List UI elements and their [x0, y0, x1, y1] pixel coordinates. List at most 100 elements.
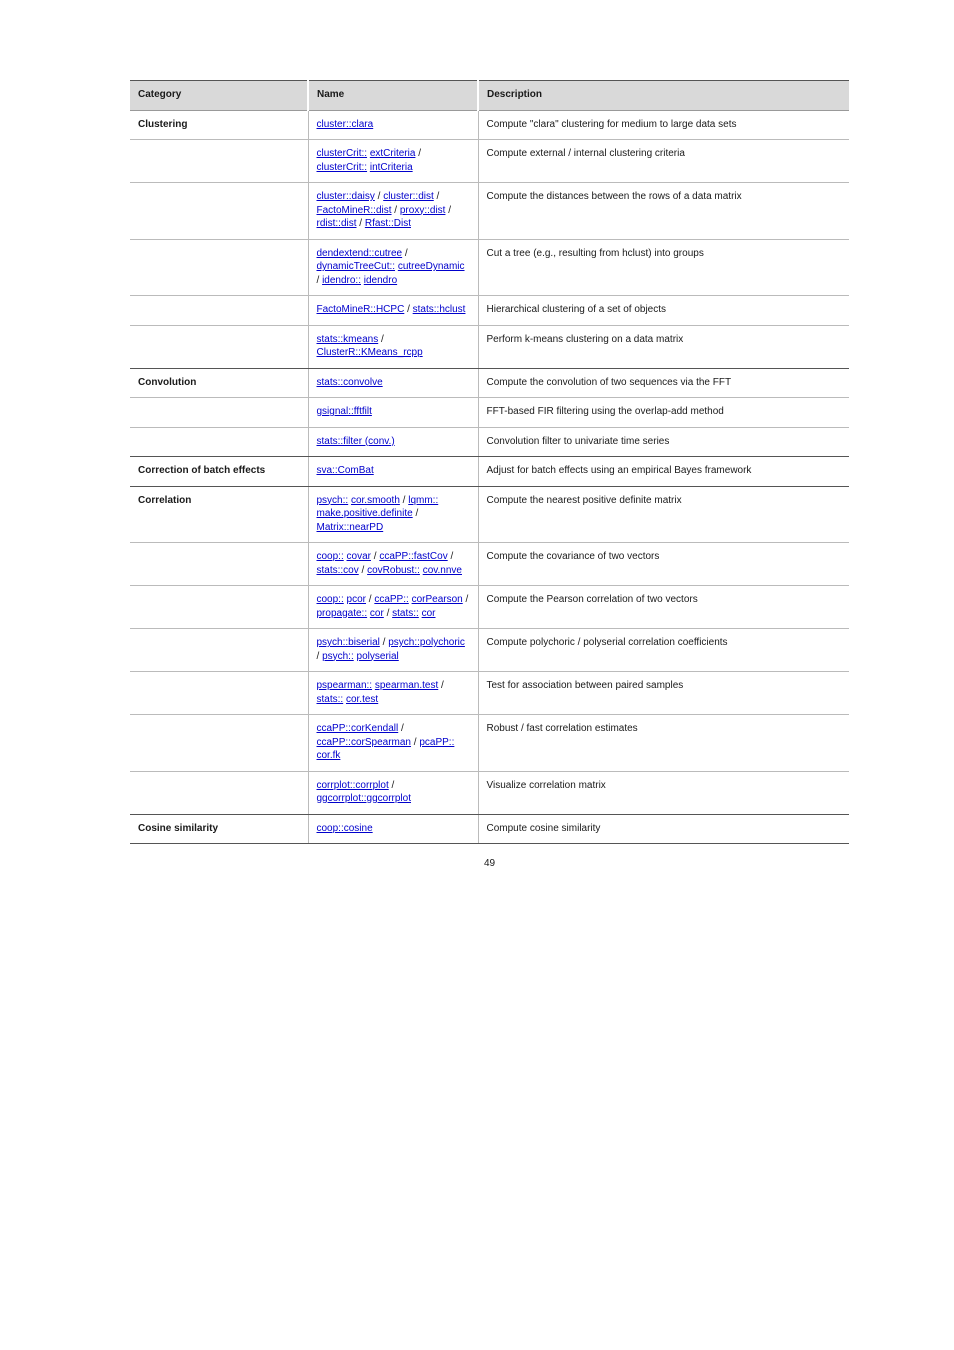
- description-cell: Adjust for batch effects using an empiri…: [478, 457, 849, 487]
- reference-link[interactable]: corrplot::corrplot: [317, 780, 389, 791]
- reference-link[interactable]: cluster::daisy: [317, 191, 375, 202]
- reference-link[interactable]: lqmm::: [408, 495, 438, 506]
- reference-link[interactable]: Matrix::nearPD: [317, 522, 384, 533]
- reference-link[interactable]: cor: [422, 608, 436, 619]
- reference-link[interactable]: cor.smooth: [351, 495, 400, 506]
- reference-link[interactable]: ClusterR::KMeans_rcpp: [317, 347, 423, 358]
- reference-link[interactable]: stats::: [392, 608, 419, 619]
- description-cell: Compute "clara" clustering for medium to…: [478, 110, 849, 140]
- description-cell: Visualize correlation matrix: [478, 771, 849, 814]
- description-cell: Compute cosine similarity: [478, 814, 849, 844]
- reference-link[interactable]: covRobust::: [367, 565, 420, 576]
- name-cell: pspearman:: spearman.test / stats:: cor.…: [308, 672, 478, 715]
- name-cell: dendextend::cutree / dynamicTreeCut:: cu…: [308, 239, 478, 296]
- reference-link[interactable]: stats::hclust: [413, 304, 466, 315]
- reference-link[interactable]: ccaPP::fastCov: [379, 551, 447, 562]
- col-header-description: Description: [478, 81, 849, 111]
- reference-link[interactable]: propagate::: [317, 608, 368, 619]
- reference-link[interactable]: coop::cosine: [317, 823, 373, 834]
- name-cell: cluster::daisy / cluster::dist / FactoMi…: [308, 183, 478, 240]
- reference-link[interactable]: coop::: [317, 594, 344, 605]
- reference-link[interactable]: intCriteria: [370, 162, 413, 173]
- reference-link[interactable]: proxy::dist: [400, 205, 446, 216]
- reference-link[interactable]: covar: [347, 551, 371, 562]
- reference-link[interactable]: rdist::dist: [317, 218, 357, 229]
- reference-link[interactable]: sva::ComBat: [317, 465, 374, 476]
- name-cell: coop::cosine: [308, 814, 478, 844]
- name-cell: psych:: cor.smooth / lqmm:: make.positiv…: [308, 486, 478, 543]
- reference-link[interactable]: cov.nnve: [423, 565, 462, 576]
- reference-link[interactable]: idendro::: [322, 275, 361, 286]
- reference-link[interactable]: Rfast::Dist: [365, 218, 411, 229]
- category-cell: [130, 296, 308, 326]
- reference-link[interactable]: dendextend::cutree: [317, 248, 403, 259]
- reference-link[interactable]: stats::filter (conv.): [317, 436, 395, 447]
- reference-link[interactable]: pcaPP::: [419, 737, 454, 748]
- reference-link[interactable]: psych::biserial: [317, 637, 380, 648]
- reference-link[interactable]: pspearman::: [317, 680, 373, 691]
- reference-link[interactable]: corPearson: [412, 594, 463, 605]
- name-cell: cluster::clara: [308, 110, 478, 140]
- reference-link[interactable]: cor.test: [346, 694, 378, 705]
- table-row: stats::filter (conv.)Convolution filter …: [130, 427, 849, 457]
- reference-link[interactable]: clusterCrit::: [317, 148, 368, 159]
- category-cell: [130, 325, 308, 368]
- reference-link[interactable]: extCriteria: [370, 148, 416, 159]
- reference-link[interactable]: coop::: [317, 551, 344, 562]
- category-cell: [130, 672, 308, 715]
- description-cell: Compute the nearest positive definite ma…: [478, 486, 849, 543]
- table-row: ccaPP::corKendall / ccaPP::corSpearman /…: [130, 715, 849, 772]
- reference-link[interactable]: stats::kmeans: [317, 334, 379, 345]
- col-header-category: Category: [130, 81, 308, 111]
- table-row: corrplot::corrplot / ggcorrplot::ggcorrp…: [130, 771, 849, 814]
- category-cell: [130, 183, 308, 240]
- reference-link[interactable]: FactoMineR::dist: [317, 205, 392, 216]
- reference-link[interactable]: psych::polychoric: [388, 637, 465, 648]
- reference-link[interactable]: ggcorrplot::ggcorrplot: [317, 793, 412, 804]
- reference-link[interactable]: psych::: [317, 495, 349, 506]
- description-cell: Compute external / internal clustering c…: [478, 140, 849, 183]
- reference-link[interactable]: stats::convolve: [317, 377, 383, 388]
- category-cell: [130, 771, 308, 814]
- name-cell: stats::filter (conv.): [308, 427, 478, 457]
- reference-link[interactable]: clusterCrit::: [317, 162, 368, 173]
- table-row: Correction of batch effectssva::ComBatAd…: [130, 457, 849, 487]
- reference-link[interactable]: idendro: [364, 275, 397, 286]
- reference-link[interactable]: psych::: [322, 651, 354, 662]
- reference-link[interactable]: cluster::dist: [383, 191, 434, 202]
- table-row: Correlationpsych:: cor.smooth / lqmm:: m…: [130, 486, 849, 543]
- name-cell: psych::biserial / psych::polychoric / ps…: [308, 629, 478, 672]
- name-cell: stats::kmeans / ClusterR::KMeans_rcpp: [308, 325, 478, 368]
- table-row: Cosine similaritycoop::cosineCompute cos…: [130, 814, 849, 844]
- reference-link[interactable]: FactoMineR::HCPC: [317, 304, 405, 315]
- reference-link[interactable]: stats::: [317, 694, 344, 705]
- reference-link[interactable]: ccaPP::: [374, 594, 408, 605]
- reference-link[interactable]: gsignal::fftfilt: [317, 406, 372, 417]
- reference-table: Category Name Description Clusteringclus…: [130, 80, 849, 844]
- reference-link[interactable]: cutreeDynamic: [398, 261, 465, 272]
- table-row: Clusteringcluster::claraCompute "clara" …: [130, 110, 849, 140]
- name-cell: clusterCrit:: extCriteria / clusterCrit:…: [308, 140, 478, 183]
- col-header-name: Name: [308, 81, 478, 111]
- reference-link[interactable]: dynamicTreeCut::: [317, 261, 396, 272]
- reference-link[interactable]: make.positive.definite: [317, 508, 413, 519]
- reference-link[interactable]: stats::cov: [317, 565, 359, 576]
- name-cell: corrplot::corrplot / ggcorrplot::ggcorrp…: [308, 771, 478, 814]
- category-cell: [130, 398, 308, 428]
- table-row: pspearman:: spearman.test / stats:: cor.…: [130, 672, 849, 715]
- description-cell: Compute the covariance of two vectors: [478, 543, 849, 586]
- reference-link[interactable]: cluster::clara: [317, 119, 374, 130]
- reference-link[interactable]: polyserial: [357, 651, 399, 662]
- table-row: Convolutionstats::convolveCompute the co…: [130, 368, 849, 398]
- reference-link[interactable]: cor: [370, 608, 384, 619]
- reference-link[interactable]: spearman.test: [375, 680, 438, 691]
- description-cell: Hierarchical clustering of a set of obje…: [478, 296, 849, 326]
- description-cell: Compute polychoric / polyserial correlat…: [478, 629, 849, 672]
- reference-link[interactable]: pcor: [347, 594, 366, 605]
- category-cell: [130, 427, 308, 457]
- reference-link[interactable]: cor.fk: [317, 750, 341, 761]
- reference-link[interactable]: ccaPP::corSpearman: [317, 737, 412, 748]
- reference-link[interactable]: ccaPP::corKendall: [317, 723, 399, 734]
- description-cell: Perform k-means clustering on a data mat…: [478, 325, 849, 368]
- description-cell: Cut a tree (e.g., resulting from hclust)…: [478, 239, 849, 296]
